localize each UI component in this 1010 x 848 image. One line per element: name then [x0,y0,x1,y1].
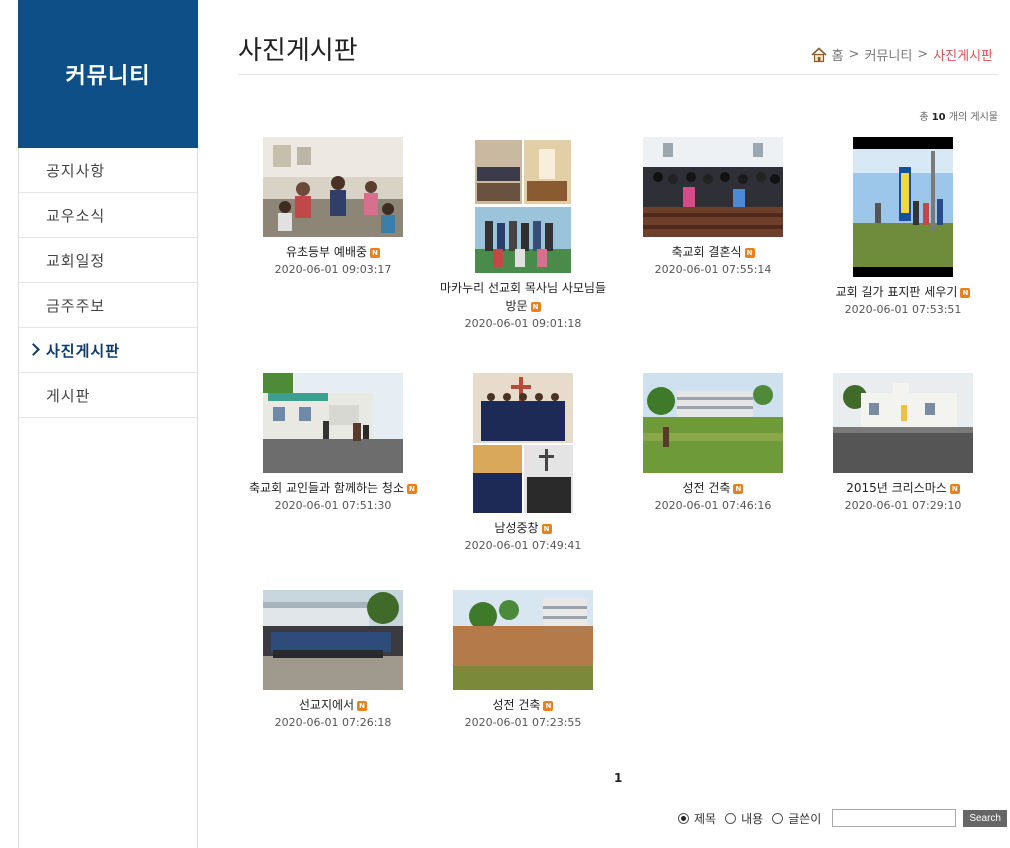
cleaning-photo[interactable] [263,373,403,473]
search-option-label[interactable]: 제목 [694,810,716,827]
new-badge-icon: N [960,287,971,298]
breadcrumb-community[interactable]: 커뮤니티 [864,45,912,64]
sidebar-item-photo-board[interactable]: 사진게시판 [19,328,197,373]
gallery-item[interactable]: 성전 건축 N 2020-06-01 07:23:55 [428,590,618,732]
sidebar-heading: 커뮤니티 [18,0,198,148]
sidebar-item-label: 게시판 [46,386,91,405]
search-option-title-radio[interactable] [678,812,689,824]
gallery-item[interactable]: 유초등부 예배중 N 2020-06-01 09:03:17 [238,137,428,279]
post-date: 2020-06-01 07:49:41 [464,539,582,552]
page-title: 사진게시판 [238,36,358,66]
post-date: 2020-06-01 07:51:30 [274,499,392,512]
post-title[interactable]: 2015년 크리스마스 [846,481,947,495]
post-date: 2020-06-01 07:23:55 [464,716,582,729]
post-title[interactable]: 마카누리 선교회 목사님 사모님들 방문 [440,281,606,313]
photo-gallery: 유초등부 예배중 N 2020-06-01 09:03:17 마카누리 선교회 목… [238,137,998,767]
post-title[interactable]: 유초등부 예배중 [286,245,367,259]
post-title[interactable]: 축교회 결혼식 [671,245,741,259]
sidebar-item-notice[interactable]: 공지사항 [19,148,197,193]
search-option-author-radio[interactable] [772,812,784,824]
post-title[interactable]: 교회 길가 표지판 세우기 [836,285,958,299]
sidebar-item-label: 사진게시판 [46,341,121,360]
gallery-item[interactable]: 축교회 교인들과 함께하는 청소 N 2020-06-01 07:51:30 [238,373,428,515]
post-date: 2020-06-01 07:53:51 [844,303,962,316]
post-date: 2020-06-01 07:46:16 [654,499,772,512]
breadcrumb-home[interactable]: 홈 [832,45,844,64]
search-button[interactable]: Search [963,809,1007,827]
sidebar: 커뮤니티 공지사항 교우소식 교회일정 금주주보 사진게시판 게시판 [18,0,198,848]
new-badge-icon: N [543,700,554,711]
post-date: 2020-06-01 07:55:14 [654,263,772,276]
breadcrumb-separator: > [848,47,860,62]
breadcrumb-separator: > [917,47,929,62]
gallery-item[interactable]: 2015년 크리스마스 N 2020-06-01 07:29:10 [808,373,998,515]
visit-collage-photo[interactable] [475,137,571,273]
search-input[interactable] [832,809,957,827]
post-title[interactable]: 성전 건축 [683,481,731,495]
new-badge-icon: N [733,483,744,494]
sidebar-menu: 공지사항 교우소식 교회일정 금주주보 사진게시판 게시판 [19,148,197,418]
home-icon[interactable] [811,46,827,63]
construction-site-photo[interactable] [453,590,593,690]
title-divider [238,74,998,75]
breadcrumb: 홈 > 커뮤니티 > 사진게시판 [811,45,993,64]
sidebar-item-bulletin[interactable]: 금주주보 [19,283,197,328]
wedding-photo[interactable] [643,137,783,237]
chevron-right-icon [27,343,40,356]
kids-class-photo[interactable] [263,137,403,237]
post-title[interactable]: 선교지에서 [299,698,354,712]
post-title[interactable]: 남성중창 [494,521,538,535]
new-badge-icon: N [406,483,417,494]
gallery-item[interactable]: 남성중창 N 2020-06-01 07:49:41 [428,373,618,555]
new-badge-icon: N [370,247,381,258]
signboard-photo[interactable] [853,137,953,277]
post-title[interactable]: 성전 건축 [493,698,541,712]
search-option-content-radio[interactable] [725,812,737,824]
new-badge-icon: N [744,247,755,258]
post-date: 2020-06-01 07:26:18 [274,716,392,729]
gallery-item[interactable]: 성전 건축 N 2020-06-01 07:46:16 [618,373,808,515]
post-title[interactable]: 축교회 교인들과 함께하는 청소 [249,481,404,495]
page-number-current[interactable]: 1 [614,771,622,785]
new-badge-icon: N [541,523,552,534]
gallery-item[interactable]: 선교지에서 N 2020-06-01 07:26:18 [238,590,428,732]
sidebar-item-label: 금주주보 [46,296,106,315]
search-option-label[interactable]: 내용 [741,810,763,827]
sidebar-item-label: 교회일정 [46,251,106,270]
search-bar: 제목 내용 글쓴이 Search [678,809,1007,827]
gallery-item[interactable]: 교회 길가 표지판 세우기 N 2020-06-01 07:53:51 [808,137,998,319]
gallery-item[interactable]: 축교회 결혼식 N 2020-06-01 07:55:14 [618,137,808,279]
new-badge-icon: N [530,301,541,312]
construction-field-photo[interactable] [643,373,783,473]
sidebar-item-member-news[interactable]: 교우소식 [19,193,197,238]
search-option-label[interactable]: 글쓴이 [788,810,821,827]
post-date: 2020-06-01 07:29:10 [844,499,962,512]
sidebar-item-board[interactable]: 게시판 [19,373,197,418]
pagination: 1 [614,771,622,785]
gallery-item[interactable]: 마카누리 선교회 목사님 사모님들 방문 N 2020-06-01 09:01:1… [428,137,618,333]
mission-group-photo[interactable] [263,590,403,690]
sidebar-item-schedule[interactable]: 교회일정 [19,238,197,283]
choir-collage-photo[interactable] [473,373,573,513]
post-date: 2020-06-01 09:01:18 [464,317,582,330]
christmas-church-photo[interactable] [833,373,973,473]
post-date: 2020-06-01 09:03:17 [274,263,392,276]
post-count: 총 10 개의 게시물 [919,112,998,123]
new-badge-icon: N [949,483,960,494]
sidebar-item-label: 공지사항 [46,161,106,180]
sidebar-item-label: 교우소식 [46,206,106,225]
breadcrumb-current: 사진게시판 [933,49,993,64]
new-badge-icon: N [357,700,368,711]
